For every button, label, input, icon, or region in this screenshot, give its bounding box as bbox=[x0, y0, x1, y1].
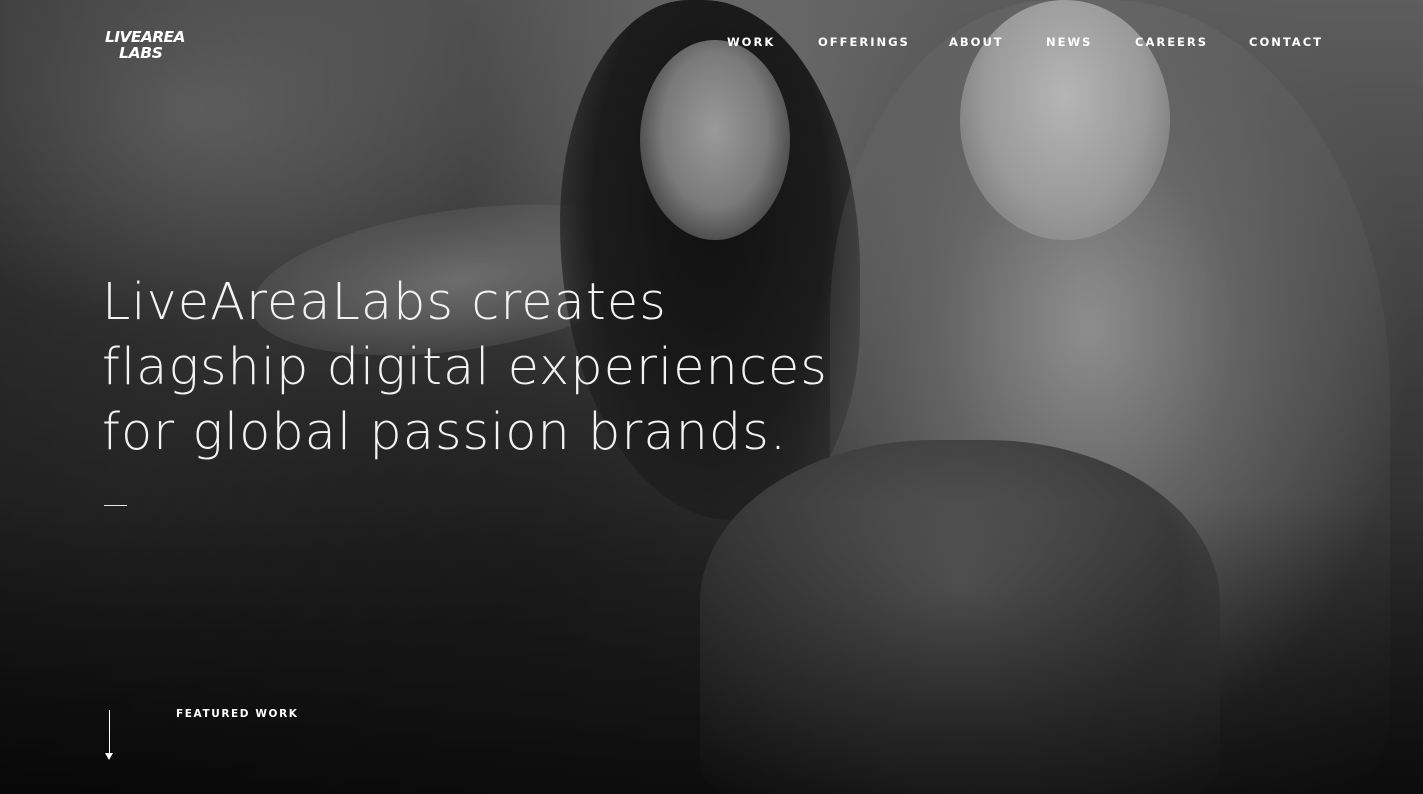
hero-photo-hair-right bbox=[830, 0, 1390, 794]
headline-divider bbox=[104, 505, 127, 506]
livearea-labs-logo: LIVEAREA LABS bbox=[105, 28, 186, 60]
hero-photo-bottom-shadow bbox=[0, 500, 1423, 794]
hero-photo-dress bbox=[700, 440, 1220, 794]
arrow-head bbox=[105, 753, 113, 760]
headline-line-1: LiveAreaLabs creates bbox=[102, 273, 667, 332]
down-arrow-icon[interactable] bbox=[105, 710, 115, 762]
nav-news[interactable]: NEWS bbox=[1046, 35, 1092, 49]
headline-line-2: flagship digital experiences bbox=[102, 338, 828, 397]
hero-section: LIVEAREA LABS WORK OFFERINGS ABOUT NEWS … bbox=[0, 0, 1423, 794]
featured-work-link[interactable]: FEATURED WORK bbox=[176, 708, 299, 720]
nav-work[interactable]: WORK bbox=[727, 35, 775, 49]
logo-link[interactable]: LIVEAREA LABS bbox=[105, 27, 189, 60]
nav-about[interactable]: ABOUT bbox=[949, 35, 1004, 49]
hero-headline: LiveAreaLabs creates flagship digital ex… bbox=[102, 270, 828, 465]
hero-photo-face-left bbox=[640, 40, 790, 240]
nav-careers[interactable]: CAREERS bbox=[1135, 35, 1208, 49]
nav-contact[interactable]: CONTACT bbox=[1249, 35, 1323, 49]
arrow-shaft bbox=[109, 710, 110, 754]
logo-text-line2: LABS bbox=[119, 44, 163, 60]
headline-line-3: for global passion brands. bbox=[102, 403, 788, 462]
nav-offerings[interactable]: OFFERINGS bbox=[818, 35, 910, 49]
